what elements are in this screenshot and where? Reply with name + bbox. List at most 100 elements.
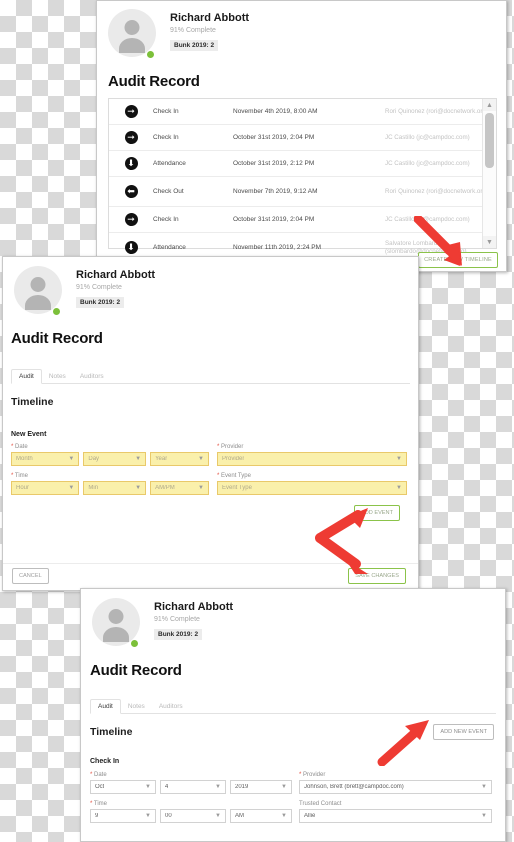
profile-name: Richard Abbott	[170, 12, 250, 24]
year-select[interactable]: 2019 ▼	[230, 780, 292, 794]
event-date: October 31st 2019, 2:12 PM	[233, 160, 315, 167]
tab-notes[interactable]: Notes	[121, 700, 152, 713]
chevron-down-icon: ▼	[135, 485, 142, 491]
profile-completion: 91% Complete	[154, 616, 200, 623]
event-type: Attendance	[153, 244, 186, 251]
event-date: October 31st 2019, 2:04 PM	[233, 134, 315, 141]
chevron-down-icon: ▼	[215, 813, 221, 819]
tab-bar: Audit Notes Auditors	[11, 369, 410, 384]
chevron-down-icon: ▼	[198, 485, 204, 491]
trusted-contact-select[interactable]: Allie ▼	[299, 809, 492, 823]
audit-record-panel-top: Richard Abbott 91% Complete Bunk 2019: 2…	[96, 0, 507, 272]
required-asterisk: *	[90, 801, 93, 807]
minute-select[interactable]: Min ▼	[83, 481, 147, 495]
create-new-timeline-button[interactable]: CREATE NEW TIMELINE	[418, 252, 498, 268]
profile-completion: 91% Complete	[76, 284, 122, 291]
month-select[interactable]: Oct ▼	[90, 780, 156, 794]
page-title: Audit Record	[90, 662, 182, 679]
chevron-down-icon: ▼	[481, 784, 487, 790]
time-label: * Time	[90, 801, 108, 807]
day-select[interactable]: 4 ▼	[160, 780, 226, 794]
tab-auditors[interactable]: Auditors	[152, 700, 190, 713]
date-provider-row: * Date Month ▼ Day ▼ Year ▼ * Provider P…	[11, 444, 418, 466]
chevron-down-icon: ▼	[145, 813, 151, 819]
profile-header: Richard Abbott 91% Complete Bunk 2019: 2	[3, 257, 418, 316]
avatar	[14, 266, 64, 316]
event-date: October 31st 2019, 2:04 PM	[233, 216, 315, 223]
vertical-scrollbar[interactable]: ▲ ▼	[482, 99, 496, 248]
event-heading: Check In	[90, 758, 120, 765]
event-type: Check In	[153, 134, 179, 141]
event-type-select[interactable]: Event Type ▼	[217, 481, 407, 495]
ampm-select[interactable]: AM/PM ▼	[150, 481, 209, 495]
trusted-contact-field-group: Trusted Contact Allie ▼	[299, 801, 492, 823]
required-asterisk: *	[217, 444, 220, 450]
profile-bunk-badge: Bunk 2019: 2	[170, 40, 219, 51]
time-label: * Time	[11, 473, 29, 479]
event-date: November 7th 2019, 9:12 AM	[233, 188, 318, 195]
online-status-dot	[146, 50, 155, 59]
tab-audit[interactable]: Audit	[11, 369, 42, 384]
event-user: JC Castillo (jc@campdoc.com)	[385, 159, 470, 167]
online-status-dot	[52, 307, 61, 316]
provider-select[interactable]: Provider ▼	[217, 452, 407, 466]
table-row[interactable]: ➞ Check In October 31st 2019, 2:04 PM JC…	[109, 207, 496, 233]
audit-events-table: ➞ Check In November 4th 2019, 8:00 AM Ro…	[108, 98, 497, 263]
event-type-label: * Event Type	[217, 473, 251, 479]
audit-record-panel-bottom: Richard Abbott 91% Complete Bunk 2019: 2…	[80, 588, 506, 842]
profile-header: Richard Abbott 91% Complete Bunk 2019: 2	[81, 589, 505, 648]
add-new-event-button[interactable]: ADD NEW EVENT	[433, 724, 494, 740]
timeline-heading: Timeline	[90, 726, 133, 738]
date-field-group: * Date Oct ▼ 4 ▼ 2019 ▼	[90, 772, 292, 794]
table-row[interactable]: ⬇ Attendance October 31st 2019, 2:12 PM …	[109, 151, 496, 177]
avatar	[92, 598, 142, 648]
hour-select[interactable]: Hour ▼	[11, 481, 80, 495]
profile-header: Richard Abbott 91% Complete Bunk 2019: 2	[97, 1, 506, 59]
ampm-select[interactable]: AM ▼	[230, 809, 292, 823]
table-row[interactable]: ⬅ Check Out November 7th 2019, 9:12 AM R…	[109, 177, 496, 207]
scroll-down-arrow[interactable]: ▼	[483, 236, 496, 248]
arrow-right-circle-icon: ➞	[109, 213, 153, 226]
date-field-group: * Date Month ▼ Day ▼ Year ▼	[11, 444, 209, 466]
event-type: Attendance	[153, 160, 186, 167]
arrow-down-circle-icon: ⬇	[109, 157, 153, 170]
table-row[interactable]: ➞ Check In November 4th 2019, 8:00 AM Ro…	[109, 99, 496, 125]
provider-select[interactable]: Johnson, Brett (brett@campdoc.com) ▼	[299, 780, 492, 794]
chevron-down-icon: ▼	[145, 784, 151, 790]
event-user: Rori Quinonez (rori@docnetwork.org)	[385, 107, 488, 115]
month-select[interactable]: Month ▼	[11, 452, 80, 466]
add-event-button[interactable]: ADD EVENT	[353, 505, 400, 521]
provider-label: * Provider	[299, 772, 326, 778]
minute-select[interactable]: 00 ▼	[160, 809, 226, 823]
arrow-down-circle-icon: ⬇	[109, 241, 153, 254]
tab-auditors[interactable]: Auditors	[73, 370, 111, 383]
scroll-up-arrow[interactable]: ▲	[483, 99, 496, 111]
profile-bunk-badge: Bunk 2019: 2	[76, 297, 125, 308]
tab-audit[interactable]: Audit	[90, 699, 121, 714]
chevron-down-icon: ▼	[198, 456, 204, 462]
page-title: Audit Record	[11, 330, 103, 347]
cancel-button[interactable]: CANCEL	[12, 568, 49, 584]
time-field-group: * Time 9 ▼ 00 ▼ AM ▼	[90, 801, 292, 823]
chevron-down-icon: ▼	[281, 784, 287, 790]
online-status-dot	[130, 639, 139, 648]
tab-bar: Audit Notes Auditors	[90, 699, 496, 714]
new-event-heading: New Event	[11, 431, 47, 438]
table-row[interactable]: ➞ Check In October 31st 2019, 2:04 PM JC…	[109, 125, 496, 151]
profile-name: Richard Abbott	[76, 269, 156, 281]
profile-name: Richard Abbott	[154, 601, 234, 613]
chevron-down-icon: ▼	[281, 813, 287, 819]
save-changes-button[interactable]: SAVE CHANGES	[348, 568, 406, 584]
required-asterisk: *	[11, 473, 14, 479]
year-select[interactable]: Year ▼	[150, 452, 209, 466]
tab-notes[interactable]: Notes	[42, 370, 73, 383]
required-asterisk: *	[90, 772, 93, 778]
arrow-left-circle-icon: ⬅	[109, 185, 153, 198]
hour-select[interactable]: 9 ▼	[90, 809, 156, 823]
date-label: * Date	[11, 444, 28, 450]
scrollbar-thumb[interactable]	[485, 113, 494, 168]
timeline-heading: Timeline	[11, 396, 54, 408]
event-type-field-group: * Event Type Event Type ▼	[217, 473, 407, 495]
chevron-down-icon: ▼	[396, 485, 402, 491]
day-select[interactable]: Day ▼	[83, 452, 147, 466]
